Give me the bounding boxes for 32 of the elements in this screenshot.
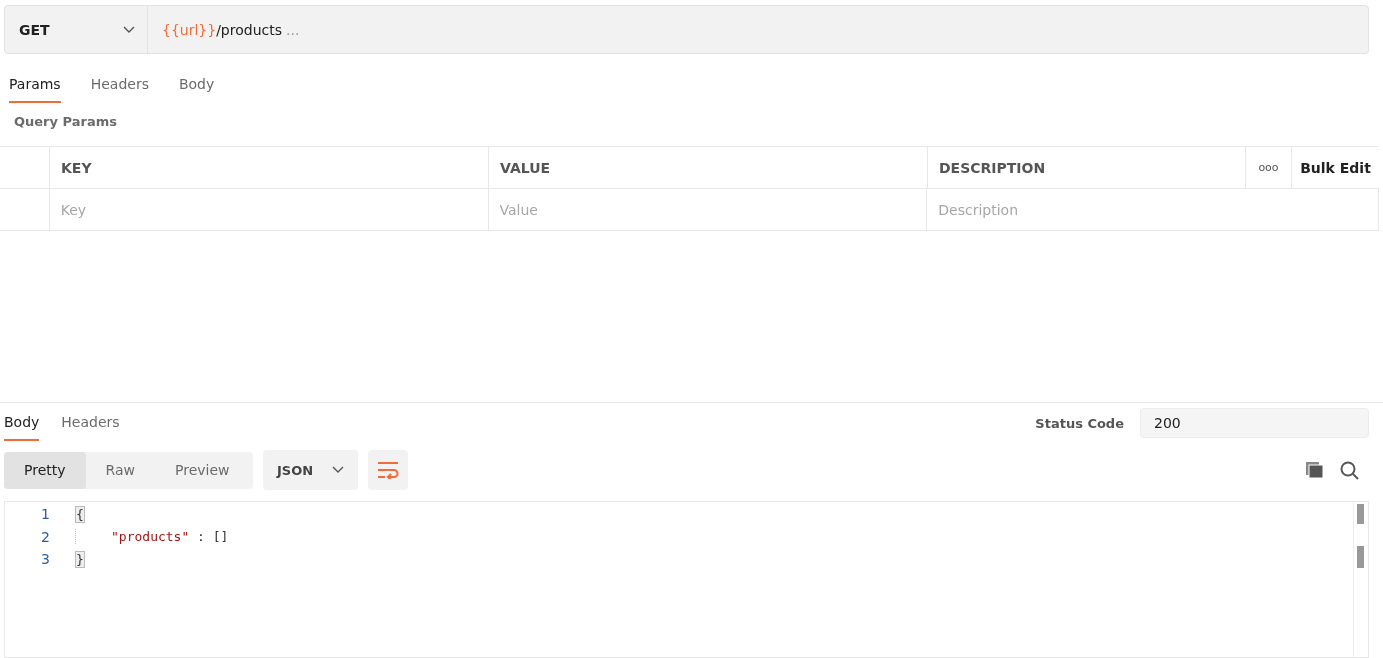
- line-number: 1: [40, 506, 50, 523]
- param-input[interactable]: Description: [927, 189, 1379, 230]
- response-tab[interactable]: Headers: [61, 414, 120, 441]
- chevron-down-icon: [123, 25, 135, 34]
- format-dropdown[interactable]: JSON: [263, 450, 358, 490]
- line-number: 2: [40, 528, 50, 545]
- request-tab[interactable]: Body: [178, 76, 215, 103]
- request-tab[interactable]: Params: [9, 76, 61, 103]
- param-input[interactable]: Value: [488, 189, 928, 230]
- more-options-button[interactable]: ooo: [1246, 147, 1292, 188]
- chevron-down-icon: [332, 466, 344, 474]
- response-tab[interactable]: Body: [4, 414, 40, 441]
- view-mode-button[interactable]: Raw: [85, 451, 155, 489]
- code-line: "products" : []: [75, 529, 229, 545]
- search-icon[interactable]: [1340, 460, 1359, 480]
- view-mode-button[interactable]: Preview: [155, 451, 250, 489]
- status-label: Status Code: [1035, 415, 1124, 431]
- wrap-lines-button[interactable]: [368, 450, 408, 490]
- column-header: KEY: [50, 147, 489, 188]
- column-header: VALUE: [489, 147, 928, 188]
- status-code-field: 200: [1140, 408, 1369, 438]
- column-header: DESCRIPTION: [928, 147, 1246, 188]
- section-title: Query Params: [13, 113, 118, 131]
- url-field[interactable]: {{url}}/products ...: [148, 6, 300, 53]
- method-dropdown[interactable]: GET: [5, 6, 148, 53]
- param-input[interactable]: Key: [49, 189, 489, 230]
- view-mode-button[interactable]: Pretty: [4, 451, 86, 489]
- copy-icon[interactable]: [1305, 461, 1324, 479]
- wrap-icon: [377, 461, 399, 479]
- bulk-edit-button[interactable]: Bulk Edit: [1292, 147, 1379, 188]
- line-number: 3: [40, 551, 50, 568]
- request-tab[interactable]: Headers: [90, 76, 149, 103]
